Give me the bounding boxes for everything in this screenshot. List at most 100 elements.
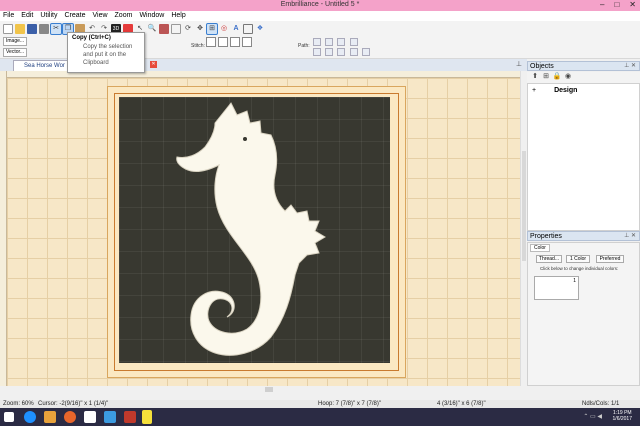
align-right-button[interactable] <box>337 48 345 56</box>
menu-create[interactable]: Create <box>64 11 85 21</box>
vertical-scrollbar[interactable] <box>520 71 527 386</box>
menu-utility[interactable]: Utility <box>40 11 57 21</box>
status-bar: Zoom: 60% Cursor: -2(9/16)" x 1 (1/4)" H… <box>0 400 640 408</box>
pin-icon[interactable]: ⊥ <box>516 60 522 68</box>
objects-panel-header: Objects ⊥ ✕ <box>527 61 640 71</box>
menu-help[interactable]: Help <box>171 11 185 21</box>
align-center-button[interactable] <box>325 48 333 56</box>
objects-pin-icon[interactable]: ⊥ ✕ <box>624 62 636 71</box>
minimize-button[interactable]: – <box>600 0 604 10</box>
status-ndls: Ndls/Cols: 1/1 <box>582 401 620 407</box>
node-edit-icon[interactable]: ✥ <box>195 24 205 34</box>
frame-icon[interactable] <box>243 23 253 34</box>
preferred-button[interactable]: Preferred <box>596 255 624 263</box>
image-button[interactable]: Image... <box>3 37 28 46</box>
tooltip-title: Copy (Ctrl+C) <box>72 35 111 41</box>
objects-toolbar: ⬆ ⊞ 🔒 ◉ <box>527 72 640 83</box>
color-swatch-list[interactable]: 1 <box>534 276 579 300</box>
vector-button[interactable]: Vector... <box>3 48 28 57</box>
menu-window[interactable]: Window <box>139 11 164 21</box>
design-canvas[interactable] <box>7 78 520 386</box>
applique-icon[interactable]: ◎ <box>219 24 229 34</box>
properties-note: Click below to change individual colors: <box>540 266 619 271</box>
status-zoom: Zoom: 60% <box>3 401 34 407</box>
tooltip-line-2: and put it on the <box>83 52 127 58</box>
tab-color[interactable]: Color <box>530 244 550 252</box>
align-top-button[interactable] <box>350 48 358 56</box>
path-label: Path: <box>298 43 310 49</box>
align-bottom-button[interactable] <box>362 48 370 56</box>
document-tab-close-icon[interactable]: ✕ <box>150 61 157 68</box>
one-color-button[interactable]: 1 Color <box>566 255 590 263</box>
cut-icon[interactable]: ✂ <box>50 22 62 35</box>
status-cursor: Cursor: -2(9/16)" x 1 (1/4)" <box>38 401 109 407</box>
align-left-button[interactable] <box>313 48 321 56</box>
properties-panel-title: Properties <box>530 233 562 240</box>
system-tray-icons[interactable]: ⌃ ▭ ◀ <box>583 413 602 420</box>
close-button[interactable]: ✕ <box>629 0 636 10</box>
stitch-type-box[interactable] <box>206 37 216 47</box>
lettering-icon[interactable]: A <box>231 24 241 34</box>
menu-zoom[interactable]: Zoom <box>115 11 133 21</box>
status-size: 4 (3/16)" x 6 (7/8)" <box>437 401 486 407</box>
status-hoop: Hoop: 7 (7/8)" x 7 (7/8)" <box>318 401 381 407</box>
new-icon[interactable] <box>3 23 13 34</box>
path-close-button[interactable] <box>350 38 358 46</box>
vertical-ruler <box>0 71 7 386</box>
seahorse-shape[interactable] <box>119 97 390 363</box>
embrilliance-taskbar-icon[interactable] <box>142 410 152 424</box>
title-bar: Embrilliance - Untitled 5 * – □ ✕ <box>0 0 640 11</box>
rotate-icon[interactable]: ⟳ <box>183 24 193 34</box>
app-icon-blue[interactable] <box>104 411 116 423</box>
move-up-icon[interactable]: ⬆ <box>530 72 540 82</box>
clock-date: 1/6/2017 <box>612 416 632 422</box>
objects-tree: + Design <box>527 83 640 231</box>
menu-file[interactable]: File <box>3 11 14 21</box>
objects-panel-title: Objects <box>530 63 554 70</box>
stitch-run-box[interactable] <box>242 37 252 47</box>
taskbar: ⌃ ▭ ◀ 1:19 PM 1/6/2017 <box>0 408 640 426</box>
firefox-icon[interactable] <box>64 411 76 423</box>
grid-icon[interactable] <box>171 23 181 34</box>
visibility-icon[interactable]: ◉ <box>563 72 573 82</box>
path-corner-button[interactable] <box>337 38 345 46</box>
app-icon-red[interactable] <box>124 411 136 423</box>
thread-button[interactable]: Thread... <box>536 255 562 263</box>
stitch-satin-box[interactable] <box>230 37 240 47</box>
zoom-icon[interactable]: 🔍 <box>147 24 157 34</box>
taskbar-clock[interactable]: 1:19 PM 1/6/2017 <box>613 410 632 422</box>
group-icon[interactable]: ⊞ <box>541 72 551 82</box>
open-icon[interactable] <box>15 23 25 34</box>
tooltip-line-1: Copy the selection <box>83 44 133 50</box>
save-icon[interactable] <box>27 23 37 34</box>
menu-bar: File Edit Utility Create View Zoom Windo… <box>0 11 640 21</box>
file-explorer-icon[interactable] <box>44 411 56 423</box>
horizontal-scroll-thumb[interactable] <box>265 387 273 392</box>
resize-icon[interactable]: ⊞ <box>206 22 218 35</box>
path-line-button[interactable] <box>313 38 321 46</box>
window-title: Embrilliance - Untitled 5 * <box>280 1 360 8</box>
tree-item-design[interactable]: + Design <box>532 87 577 94</box>
lock-icon[interactable]: 🔒 <box>552 72 562 82</box>
vertical-scroll-thumb[interactable] <box>522 151 526 261</box>
menu-edit[interactable]: Edit <box>21 11 33 21</box>
print-icon[interactable] <box>39 23 49 34</box>
path-curve-button[interactable] <box>325 38 333 46</box>
shape-icon[interactable]: ❖ <box>255 24 265 34</box>
stitch-fill-box[interactable] <box>218 37 228 47</box>
copy-tooltip: Copy (Ctrl+C) Copy the selection and put… <box>67 32 145 73</box>
design-block[interactable] <box>119 97 390 363</box>
tree-expander-icon[interactable]: + <box>532 87 536 94</box>
properties-panel-header: Properties ⊥ ✕ <box>527 231 640 241</box>
horizontal-scrollbar[interactable] <box>7 386 520 393</box>
ie-icon[interactable] <box>24 411 36 423</box>
menu-view[interactable]: View <box>92 11 107 21</box>
swatch-number: 1 <box>573 278 576 284</box>
windows-start-icon[interactable] <box>4 412 14 422</box>
app-icon-white[interactable] <box>84 411 96 423</box>
stitch-player-icon[interactable] <box>159 23 169 34</box>
maximize-button[interactable]: □ <box>614 0 619 10</box>
properties-pin-icon[interactable]: ⊥ ✕ <box>624 232 636 241</box>
properties-panel: Color Thread... 1 Color Preferred Click … <box>527 242 640 386</box>
tooltip-line-3: Clipboard <box>83 60 109 66</box>
